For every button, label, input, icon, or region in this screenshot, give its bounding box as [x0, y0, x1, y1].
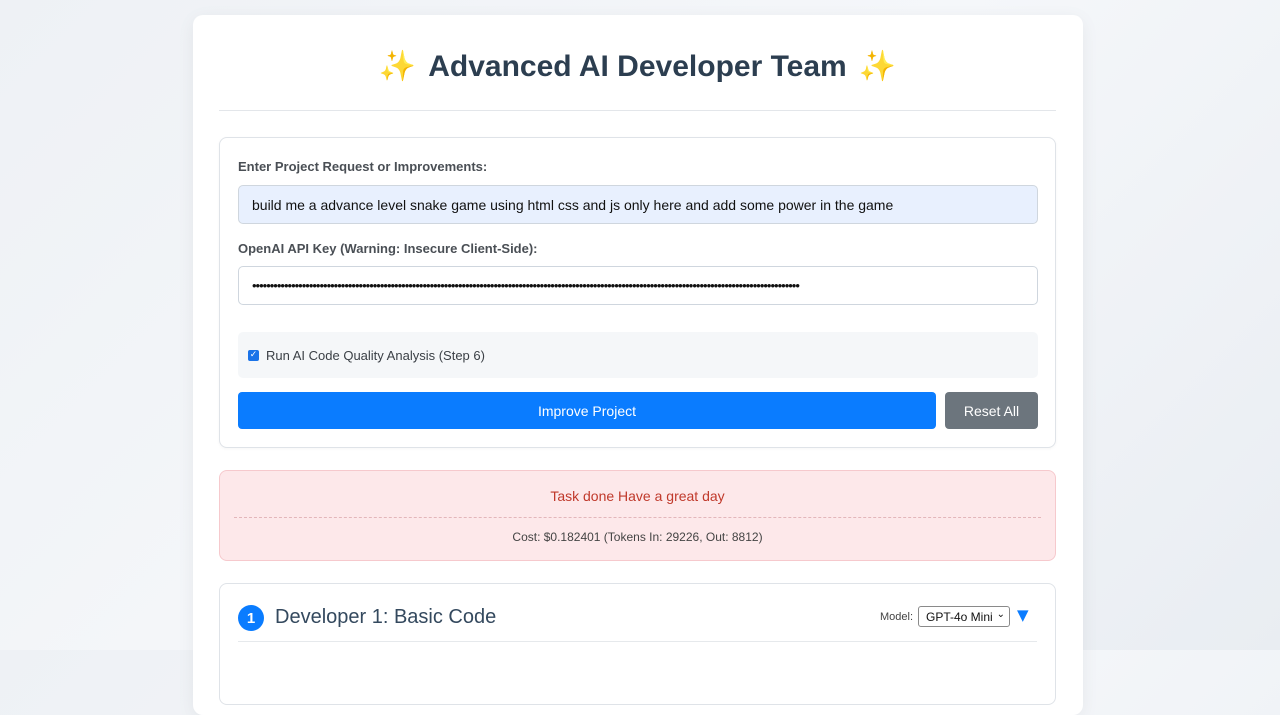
sparkle-icon: ✨: [378, 49, 417, 84]
cost-summary: Cost: $0.182401 (Tokens In: 29226, Out: …: [512, 530, 763, 544]
chevron-down-icon: ⌄: [996, 609, 1005, 620]
quality-analysis-checkbox[interactable]: ✓: [248, 349, 259, 361]
status-message: Task done Have a great day: [550, 488, 725, 504]
page-title: ✨ Advanced AI Developer Team ✨: [379, 49, 896, 84]
model-select-value: GPT-4o Mini: [926, 609, 993, 624]
model-label: Model:: [880, 611, 914, 623]
main-card: ✨ Advanced AI Developer Team ✨ Enter Pro…: [193, 15, 1083, 715]
developer-title: Developer 1: Basic Code: [275, 606, 497, 628]
model-select[interactable]: GPT-4o Mini ⌄: [918, 606, 1010, 627]
project-form: Enter Project Request or Improvements: b…: [219, 137, 1056, 448]
improve-project-button[interactable]: Improve Project: [238, 392, 936, 429]
collapse-toggle-icon[interactable]: ▼: [1017, 606, 1029, 624]
page-title-text: Advanced AI Developer Team: [428, 49, 847, 83]
request-label: Enter Project Request or Improvements:: [238, 159, 488, 174]
quality-analysis-option: ✓ Run AI Code Quality Analysis (Step 6): [238, 332, 1038, 378]
header: ✨ Advanced AI Developer Team ✨: [219, 15, 1056, 111]
sparkle-icon: ✨: [858, 49, 897, 84]
status-divider: [234, 517, 1041, 518]
status-panel: Task done Have a great day Cost: $0.1824…: [219, 470, 1056, 561]
project-request-input[interactable]: build me a advance level snake game usin…: [238, 185, 1038, 224]
developer-divider: [238, 641, 1037, 642]
api-key-input[interactable]: ••••••••••••••••••••••••••••••••••••••••…: [238, 266, 1038, 305]
developer-panel: 1 Developer 1: Basic Code Model: GPT-4o …: [219, 583, 1056, 705]
quality-analysis-label[interactable]: Run AI Code Quality Analysis (Step 6): [266, 348, 485, 363]
developer-number-badge: 1: [238, 605, 264, 631]
reset-all-button[interactable]: Reset All: [945, 392, 1038, 429]
apikey-label: OpenAI API Key (Warning: Insecure Client…: [238, 241, 538, 256]
